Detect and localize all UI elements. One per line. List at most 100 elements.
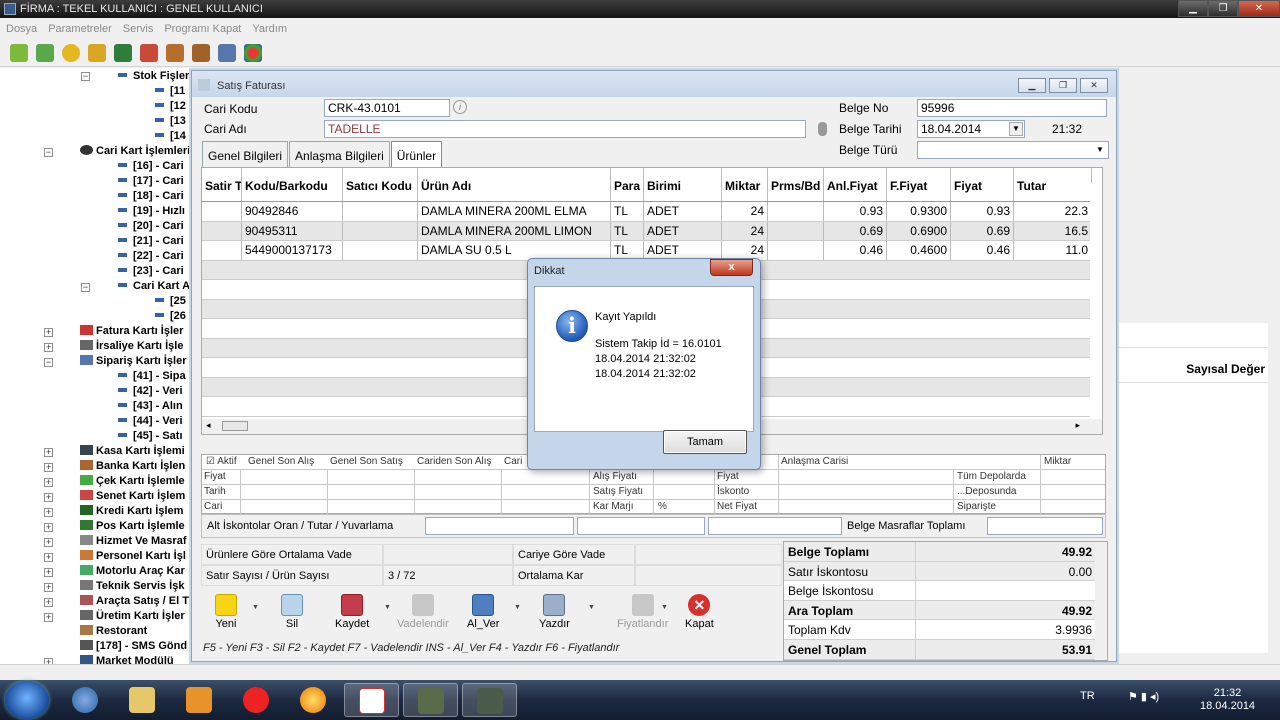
expand-toggle[interactable]: + [44, 328, 53, 337]
tab-anlasma-bilgileri[interactable]: Anlaşma Bilgileri [289, 141, 390, 167]
column-header[interactable]: F.Fiyat [887, 168, 951, 201]
menu-programi-kapat[interactable]: Programı Kapat [164, 20, 241, 38]
info-icon[interactable]: i [453, 100, 467, 114]
discount-oran-field[interactable] [425, 517, 574, 535]
taskbar-yandex[interactable] [229, 683, 284, 717]
chevron-down-icon[interactable]: ▼ [661, 604, 668, 611]
tree-node-cari-kart[interactable]: Cari Kart İşlemleri [80, 144, 190, 159]
column-header[interactable]: Fiyat [951, 168, 1014, 201]
kaydet-button[interactable]: Kaydet [335, 594, 369, 630]
dropdown-arrow-icon[interactable]: ▼ [1009, 122, 1023, 136]
tree-leaf[interactable]: [13 [155, 114, 186, 129]
coins-icon[interactable] [62, 43, 80, 62]
expand-toggle[interactable]: + [44, 538, 53, 547]
tree-node-personel[interactable]: Personel Kartı İşl [80, 549, 186, 564]
cari-kodu-field[interactable]: CRK-43.0101 [324, 99, 450, 117]
tamam-button[interactable]: Tamam [663, 430, 747, 454]
key-icon[interactable] [88, 43, 106, 62]
vertical-scrollbar[interactable] [1268, 323, 1280, 653]
taskbar-app[interactable] [286, 683, 341, 717]
tree-node-hizmet[interactable]: Hizmet Ve Masraf [80, 534, 186, 549]
collapse-toggle[interactable]: − [81, 72, 90, 81]
tree-node-banka[interactable]: Banka Kartı İşlen [80, 459, 185, 474]
tree-leaf[interactable]: [23] - Cari [118, 264, 184, 279]
collapse-toggle[interactable]: − [44, 358, 53, 367]
window-minimize-button[interactable]: ▁ [1018, 78, 1046, 93]
taskbar-app3[interactable] [462, 683, 517, 717]
belge-tarihi-field[interactable]: 18.04.2014 ▼ [917, 120, 1025, 138]
tree-node-fatura[interactable]: Fatura Kartı İşler [80, 324, 183, 339]
menu-servis[interactable]: Servis [123, 20, 154, 38]
yazdir-button[interactable]: Yazdır [539, 594, 570, 630]
taskbar-explorer[interactable] [115, 683, 170, 717]
column-header[interactable]: Tutar [1014, 168, 1092, 201]
report-icon[interactable] [140, 43, 158, 62]
vadelendir-button[interactable]: Vadelendir [397, 594, 449, 630]
close-button[interactable]: ✕ [1238, 0, 1280, 17]
totals-scrollbar[interactable] [1095, 542, 1107, 660]
tree-node-teknik[interactable]: Teknik Servis İşk [80, 579, 184, 594]
new-doc-icon[interactable] [36, 43, 54, 62]
tree-leaf[interactable]: [11 [155, 84, 185, 99]
column-header[interactable]: Anl.Fiyat [824, 168, 887, 201]
tree-node-kasa[interactable]: Kasa Kartı İşlemi [80, 444, 185, 459]
window-close-button[interactable]: ✕ [1080, 78, 1108, 93]
column-header[interactable]: Ürün Adı [418, 168, 611, 201]
grid-vertical-scrollbar[interactable] [1090, 183, 1102, 423]
expand-toggle[interactable]: + [44, 598, 53, 607]
maximize-button[interactable]: ❐ [1208, 0, 1238, 17]
expand-toggle[interactable]: + [44, 583, 53, 592]
tree-leaf[interactable]: [43] - Alın [118, 399, 183, 414]
window-restore-button[interactable]: ❐ [1049, 78, 1077, 93]
column-header[interactable]: Birimi [644, 168, 722, 201]
tree-node-siparis[interactable]: Sipariş Kartı İşler [80, 354, 187, 369]
tree-leaf[interactable]: [41] - Sipa [118, 369, 186, 384]
collapse-toggle[interactable]: − [81, 283, 90, 292]
tree-leaf[interactable]: [17] - Cari [118, 174, 184, 189]
chevron-down-icon[interactable]: ▼ [514, 604, 521, 611]
menu-parametreler[interactable]: Parametreler [48, 20, 112, 38]
tree-leaf[interactable]: [45] - Satı [118, 429, 183, 444]
tree-node-aracta[interactable]: Araçta Satış / El T [80, 594, 189, 609]
tree-leaf[interactable]: [14 [155, 129, 186, 144]
tree-leaf[interactable]: [20] - Cari [118, 219, 184, 234]
chevron-down-icon[interactable]: ▼ [588, 604, 595, 611]
sil-button[interactable]: Sil [281, 594, 303, 630]
taskbar-emex[interactable] [344, 683, 399, 717]
expand-toggle[interactable]: + [44, 613, 53, 622]
expand-toggle[interactable]: + [44, 553, 53, 562]
expand-toggle[interactable]: + [44, 523, 53, 532]
tree-leaf[interactable]: [26 [155, 309, 186, 324]
expand-toggle[interactable]: + [44, 478, 53, 487]
tree-node-irsaliye[interactable]: İrsaliye Kartı İşle [80, 339, 183, 354]
minimize-button[interactable]: ▁ [1178, 0, 1208, 17]
horizontal-scrollbar[interactable] [0, 664, 1280, 678]
menu-yardim[interactable]: Yardım [252, 20, 287, 38]
column-header[interactable]: Prms/Bd [768, 168, 824, 201]
al-ver-button[interactable]: Al_Ver [467, 594, 499, 630]
table-row[interactable]: 90492846 DAMLA MINERA 200ML ELMA TL ADET… [202, 202, 1092, 222]
tree-node-cek[interactable]: Çek Kartı İşlemle [80, 474, 185, 489]
discount-tutar-field[interactable] [577, 517, 705, 535]
system-clock[interactable]: 21:32 18.04.2014 [1200, 687, 1255, 713]
fiyatlandir-button[interactable]: Fiyatlandır [617, 594, 668, 630]
belge-no-field[interactable]: 95996 [917, 99, 1107, 117]
start-button[interactable] [5, 681, 49, 719]
column-header[interactable]: Para [611, 168, 644, 201]
tree-node-pos[interactable]: Pos Kartı İşlemle [80, 519, 185, 534]
add-record-icon[interactable] [10, 43, 28, 62]
aktif-checkbox[interactable]: ☑ Aktif [206, 456, 237, 467]
masraf-field[interactable] [987, 517, 1103, 535]
chevron-down-icon[interactable]: ▼ [384, 604, 391, 611]
tree-node-senet[interactable]: Senet Kartı İşlem [80, 489, 185, 504]
color-balls-icon[interactable] [244, 43, 262, 62]
tree-node-stok-fisleri[interactable]: Stok Fişleri [118, 69, 190, 84]
book-icon[interactable] [114, 43, 132, 62]
yeni-button[interactable]: Yeni [215, 594, 237, 630]
chevron-down-icon[interactable]: ▼ [252, 604, 259, 611]
expand-toggle[interactable]: + [44, 448, 53, 457]
tree-node-restorant[interactable]: Restorant [80, 624, 147, 639]
tree-leaf[interactable]: [16] - Cari [118, 159, 184, 174]
language-indicator[interactable]: TR [1080, 690, 1095, 702]
dropdown-arrow-icon[interactable]: ▼ [1093, 143, 1107, 157]
